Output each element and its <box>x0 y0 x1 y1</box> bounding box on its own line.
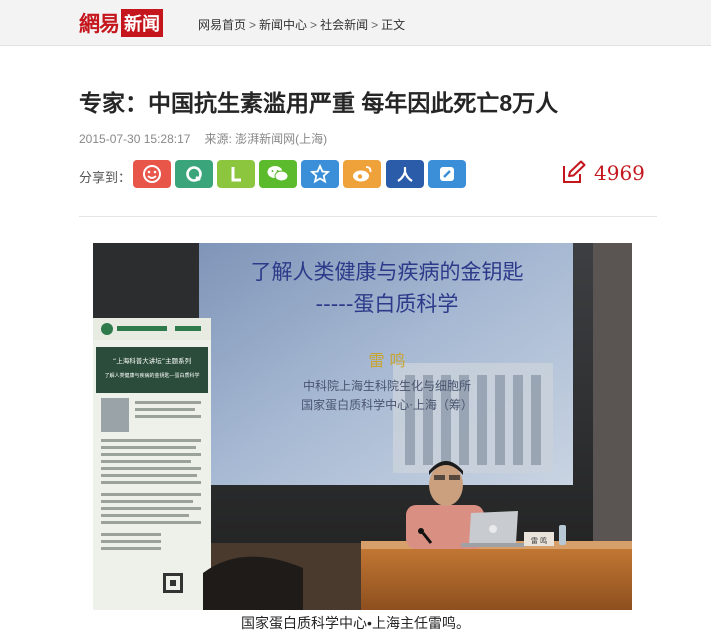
slide-org-2: 国家蛋白质科学中心·上海（筹） <box>301 397 473 412</box>
slide-title-2: -----蛋白质科学 <box>316 292 459 316</box>
wechat-icon <box>267 166 289 182</box>
article-title: 专家：中国抗生素滥用严重 每年因此死亡8万人 <box>79 90 559 116</box>
share-label: 分享到： <box>79 170 132 185</box>
rollup-banner: “上海科普大讲坛”主题系列 了解人类健康与疾病的金钥匙—蛋白质科学 <box>93 318 211 610</box>
desk <box>361 545 632 610</box>
article-datetime: 2015-07-30 15:28:17 <box>79 132 191 146</box>
share-button-8[interactable] <box>428 160 466 188</box>
netease-news-logo[interactable]: 網易 新闻 <box>79 9 163 37</box>
water-bottle <box>559 525 566 545</box>
breadcrumb-home[interactable]: 网易首页 <box>198 18 246 32</box>
smile-icon <box>143 165 161 183</box>
article-photo[interactable]: 了解人类健康与疾病的金钥匙 -----蛋白质科学 雷 鸣 中科院上海生科院生化与… <box>93 243 632 610</box>
breadcrumb-news-center[interactable]: 新闻中心 <box>259 18 307 32</box>
share-button-2[interactable] <box>175 160 213 188</box>
logo-text-news: 新闻 <box>121 9 163 37</box>
share-button-weibo[interactable] <box>343 160 381 188</box>
top-nav-bar: 網易 新闻 网易首页 > 新闻中心 > 社会新闻 > 正文 <box>0 0 711 46</box>
lecture-photo: 了解人类健康与疾病的金钥匙 -----蛋白质科学 雷 鸣 中科院上海生科院生化与… <box>93 243 632 610</box>
share-button-favorite[interactable] <box>301 160 339 188</box>
breadcrumb: 网易首页 > 新闻中心 > 社会新闻 > 正文 <box>198 18 406 32</box>
comment-count-number: 4969 <box>594 161 645 185</box>
banner-subtitle: 了解人类健康与疾病的金钥匙—蛋白质科学 <box>104 372 199 379</box>
slide-org-1: 中科院上海生科院生化与细胞所 <box>303 378 471 393</box>
share-button-renren[interactable] <box>386 160 424 188</box>
note-icon <box>440 167 454 181</box>
weibo-icon <box>353 166 372 182</box>
banner-title: “上海科普大讲坛”主题系列 <box>113 356 191 365</box>
share-button-1[interactable] <box>133 160 171 188</box>
divider <box>79 216 657 217</box>
nameplate-text: 雷 鸣 <box>531 536 547 545</box>
article-source[interactable]: 来源: 澎湃新闻网(上海) <box>204 132 327 146</box>
breadcrumb-social-news[interactable]: 社会新闻 <box>320 18 368 32</box>
comment-count[interactable]: 4969 <box>560 158 645 188</box>
slide-name: 雷 鸣 <box>368 351 405 370</box>
renren-icon <box>397 167 413 182</box>
share-button-wechat[interactable] <box>259 160 297 188</box>
slide-title-1: 了解人类健康与疾病的金钥匙 <box>251 260 524 284</box>
article-meta: 2015-07-30 15:28:17 来源: 澎湃新闻网(上海) <box>79 130 327 147</box>
logo-text-netease: 網易 <box>79 11 120 36</box>
l-icon <box>231 167 241 182</box>
share-button-3[interactable] <box>217 160 255 188</box>
q-icon <box>186 166 202 182</box>
photo-caption: 国家蛋白质科学中心•上海主任雷鸣。 <box>241 615 470 631</box>
edit-comment-icon <box>563 160 586 183</box>
star-icon <box>310 164 330 184</box>
breadcrumb-current: 正文 <box>381 18 406 32</box>
